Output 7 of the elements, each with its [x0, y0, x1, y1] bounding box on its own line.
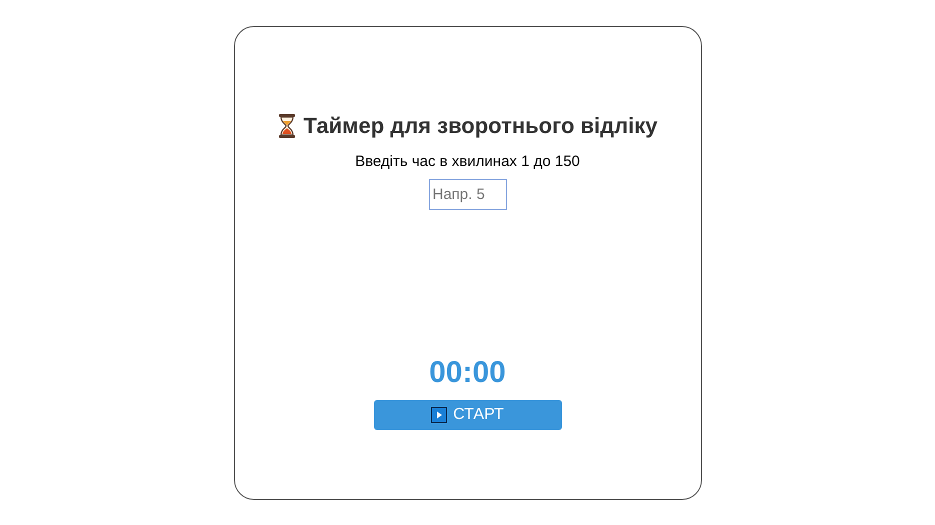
minutes-prompt: Введіть час в хвилинах 1 до 150 — [355, 153, 580, 170]
time-display: 00:00 — [429, 356, 506, 390]
minutes-field[interactable]: Напр. 5 — [428, 179, 506, 210]
timer-title: Таймер для зворотнього відліку — [304, 113, 658, 139]
start-button[interactable]: СТАРТ — [374, 400, 562, 430]
play-icon — [431, 407, 448, 423]
hourglass-icon — [278, 114, 296, 138]
